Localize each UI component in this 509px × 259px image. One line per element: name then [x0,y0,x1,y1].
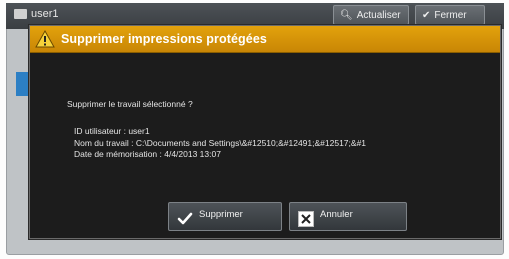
warning-icon [35,30,55,48]
printer-icon [14,9,27,19]
close-label: Fermer [434,9,467,21]
delete-confirm-dialog: Supprimer impressions protégées Supprime… [29,25,501,239]
close-icon [298,211,314,227]
dialog-title: Supprimer impressions protégées [61,32,267,46]
delete-button[interactable]: Supprimer [168,202,282,231]
confirm-question: Supprimer le travail sélectionné ? [67,99,193,109]
stored-date-line: Date de mémorisation : 4/4/2013 13:07 [74,149,221,159]
refresh-button[interactable]: 🔍︎ Actualiser [333,5,409,25]
search-icon: 🔍︎ [340,9,353,21]
cancel-label: Annuler [320,209,353,220]
delete-label: Supprimer [199,209,243,220]
dialog-titlebar: Supprimer impressions protégées [30,26,500,53]
job-name-line: Nom du travail : C:\Documents and Settin… [74,137,367,148]
user-id-line: ID utilisateur : user1 [74,126,150,136]
check-icon: ✔ [422,9,431,21]
user-label: user1 [31,8,59,20]
checkmark-icon [177,212,193,226]
refresh-label: Actualiser [356,9,401,21]
job-details: ID utilisateur : user1 Nom du travail : … [74,126,366,161]
user-indicator: user1 [14,8,59,20]
cancel-button[interactable]: Annuler [289,202,407,231]
close-button[interactable]: ✔ Fermer [415,5,485,25]
background-list-tab [16,72,28,96]
